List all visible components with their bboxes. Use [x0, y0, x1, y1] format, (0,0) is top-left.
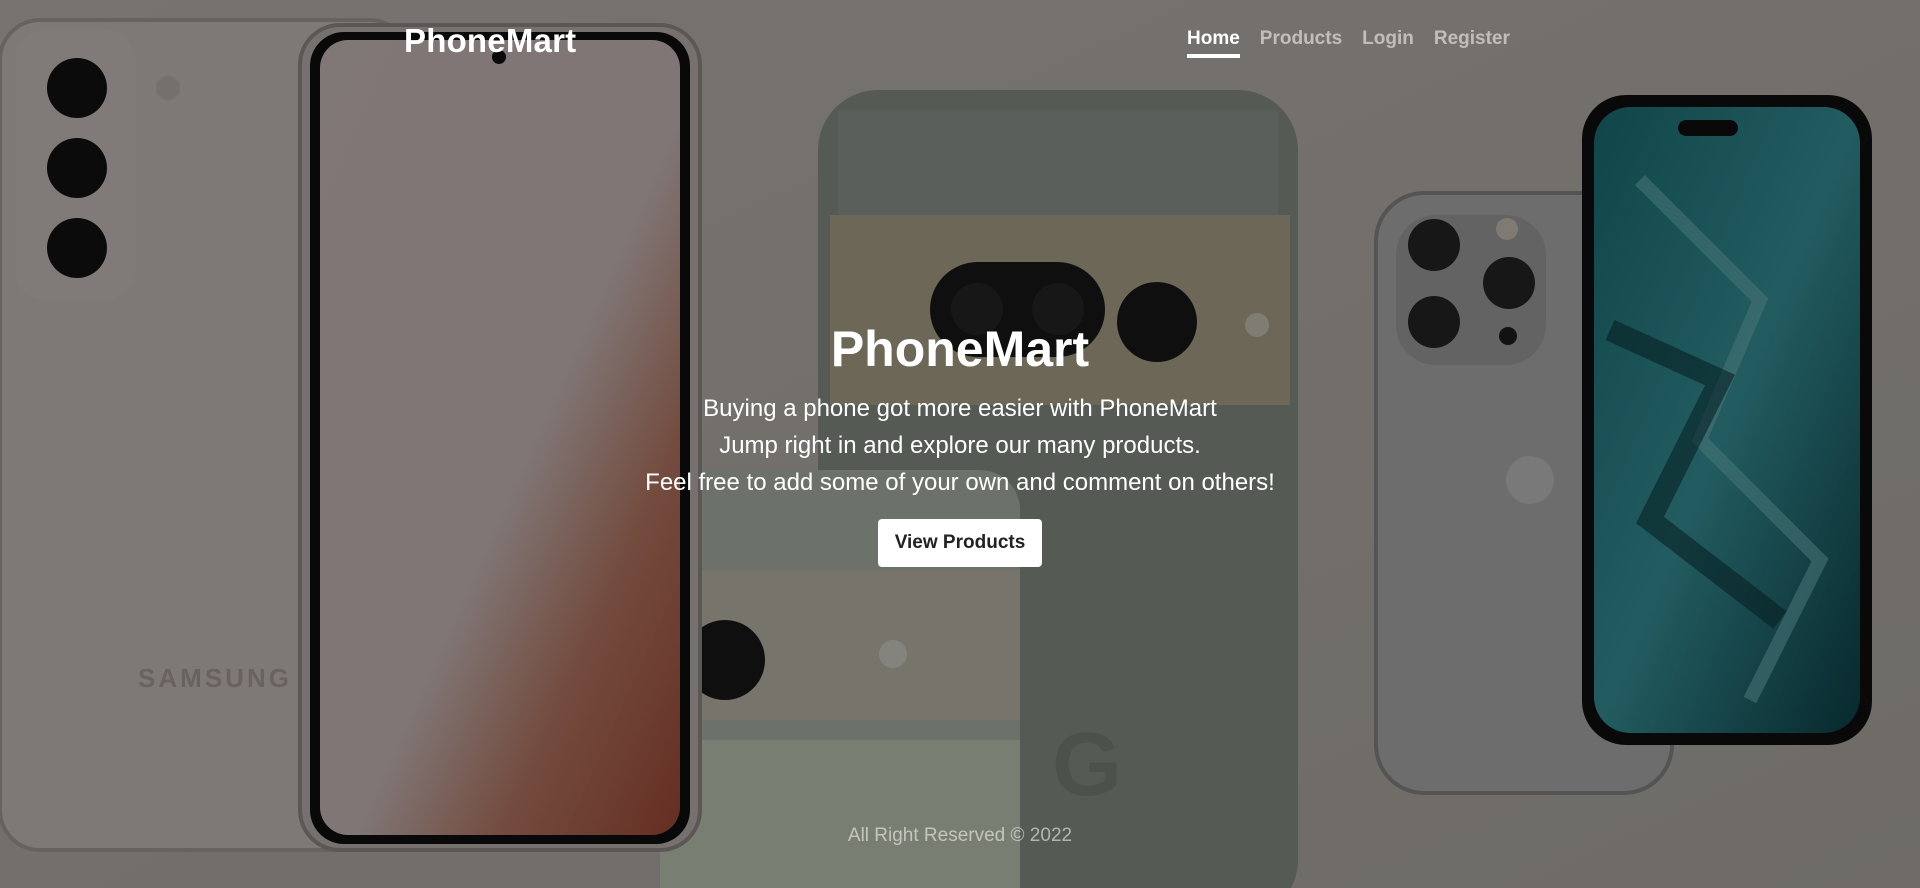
brand-logo-link[interactable]: PhoneMart: [404, 22, 576, 60]
nav-link-home[interactable]: Home: [1187, 28, 1240, 58]
hero-line-3: Feel free to add some of your own and co…: [645, 469, 1275, 496]
site-header: PhoneMart Home Products Login Register: [0, 0, 1920, 80]
hero-line-1: Buying a phone got more easier with Phon…: [703, 395, 1217, 422]
hero-title: PhoneMart: [830, 321, 1090, 377]
main-nav: Home Products Login Register: [1187, 28, 1510, 58]
hero-line-2: Jump right in and explore our many produ…: [719, 432, 1201, 459]
nav-link-login[interactable]: Login: [1362, 28, 1414, 58]
hero-description: Buying a phone got more easier with Phon…: [0, 390, 1920, 501]
hero-section: PhoneMart Buying a phone got more easier…: [0, 318, 1920, 567]
nav-link-register[interactable]: Register: [1434, 28, 1510, 58]
nav-link-products[interactable]: Products: [1260, 28, 1342, 58]
site-footer: All Right Reserved © 2022: [0, 825, 1920, 847]
copyright-text: All Right Reserved © 2022: [847, 825, 1073, 846]
view-products-button[interactable]: View Products: [877, 519, 1043, 567]
page: G SAMSUNG PhoneMart Home Products Login …: [0, 0, 1920, 888]
